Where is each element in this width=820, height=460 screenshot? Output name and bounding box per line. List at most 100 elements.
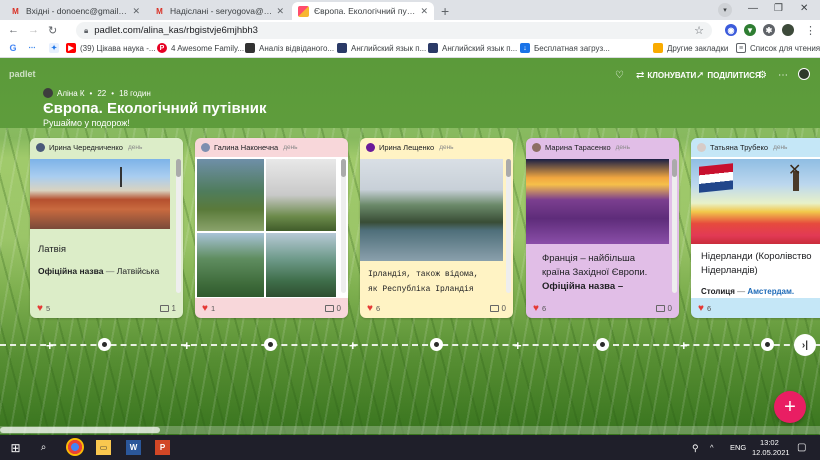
post-time: день [615,144,631,151]
forward-icon[interactable]: → [28,24,39,36]
avatar[interactable] [798,68,810,80]
post-card-ireland[interactable]: Ирина Лещенко день Ірландія, також відом… [360,138,513,318]
address-bar[interactable]: 🔒︎ padlet.com/alina_kas/rbgistvje6mjhbh3… [76,22,712,39]
add-post-icon[interactable]: + [680,338,688,353]
extension-icon[interactable]: ◉ [725,24,737,36]
add-post-icon[interactable]: + [514,338,522,353]
word-icon[interactable]: W [126,440,141,455]
add-post-button[interactable]: + [774,391,806,423]
add-post-icon[interactable]: + [349,338,357,353]
tab-sent[interactable]: M Надіслані - seryogova@gmail.cc ✕ [148,2,290,20]
tab-title: Європа. Екологічний путівник [314,6,416,16]
heart-icon[interactable]: ♡ [615,70,627,81]
post-scrollbar[interactable] [506,159,511,293]
post-footer: ♥ 6 0 [526,298,679,318]
reload-icon[interactable]: ↻ [48,24,57,37]
back-icon[interactable]: ← [8,24,19,36]
heart-icon[interactable]: ♥ [367,303,373,314]
chrome-icon[interactable] [66,438,84,456]
tray-chevron-icon[interactable]: ^ [710,443,714,452]
bookmark-item[interactable]: Аналіз відвіданого... [245,43,334,53]
like-count: 1 [210,303,216,313]
tab-inbox[interactable]: M Вхідні - donoenc@gmail.com - G ✕ [4,2,146,20]
close-tab-icon[interactable]: ✕ [276,6,284,17]
language-indicator[interactable]: ENG [730,443,746,452]
notification-icon[interactable]: ▢ [797,442,806,453]
close-tab-icon[interactable]: ✕ [420,6,428,17]
more-icon[interactable]: ⋯ [778,70,791,81]
gear-icon[interactable]: ⚙ [758,70,770,81]
like-count: 6 [375,303,381,313]
post-card-gallery[interactable]: Галина Наконечна день ♥ 1 0 [195,138,348,318]
tab-padlet[interactable]: Європа. Екологічний путівник ✕ [292,2,434,20]
heart-icon[interactable]: ♥ [698,303,704,314]
shield-icon[interactable]: ▼ [744,24,756,36]
comment-button[interactable]: 0 [489,304,506,313]
post-card-latvia[interactable]: Ирина Чередниченко день Латвія Офіційна … [30,138,183,318]
add-post-icon[interactable]: + [46,338,54,353]
file-explorer-icon[interactable]: ▭ [96,440,111,455]
restore-button[interactable]: ❐ [774,3,783,14]
bookmark-item[interactable]: ✦ [49,43,63,53]
bookmark-item[interactable]: P4 Awesome Family... [157,43,244,53]
add-post-icon[interactable]: + [183,338,191,353]
comment-button[interactable]: 1 [159,304,176,313]
post-body: Латвія Офіційна назва — Латвійська [30,157,183,298]
page-title: Європа. Екологічний путівник [43,100,267,117]
close-window-button[interactable]: ✕ [800,3,808,14]
google-icon[interactable]: G [8,43,22,53]
timeline-node[interactable] [98,338,111,351]
bookmark-item[interactable]: ↓ Бесплатная загруз... [520,43,610,53]
share-button[interactable]: ➚ ПОДІЛИТИСЯ [696,70,761,81]
post-scrollbar[interactable] [672,159,677,293]
timeline-node[interactable] [264,338,277,351]
new-tab-button[interactable]: + [441,3,449,19]
bookmark-item[interactable]: ▶ (39) Цікава наука -... [66,43,156,53]
padlet-logo[interactable]: padlet [9,69,36,79]
doc-icon [337,43,347,53]
scroll-next-button[interactable]: ›| [794,334,816,356]
heart-icon[interactable]: ♥ [202,303,208,314]
horizontal-scrollbar[interactable] [0,426,820,434]
apps-icon[interactable]: ⋯ [27,43,41,53]
timeline-node[interactable] [761,338,774,351]
minimize-button[interactable]: — [748,3,758,14]
clone-button[interactable]: ⇄ КЛОНУВАТИ [636,70,696,81]
puzzle-icon[interactable]: ✱ [763,24,775,36]
timeline-node[interactable] [596,338,609,351]
reading-list[interactable]: ≡ Список для чтения [736,43,820,53]
post-scrollbar[interactable] [341,159,346,293]
bookmark-item[interactable]: Английский язык п... [428,43,517,53]
comment-icon [324,304,334,312]
bookmark-item[interactable]: Английский язык п... [337,43,426,53]
powerpoint-icon[interactable]: P [155,440,170,455]
navigation-bar: ← → ↻ 🔒︎ padlet.com/alina_kas/rbgistvje6… [0,20,820,41]
close-tab-icon[interactable]: ✕ [132,6,140,17]
post-text: Нідерланди (Королівство Нідерландів) [701,251,812,276]
chrome-menu-icon[interactable]: ⋮ [805,24,816,37]
other-bookmarks[interactable]: Другие закладки [653,43,728,53]
comment-button[interactable]: 0 [655,304,672,313]
clock-date[interactable]: 12.05.2021 [752,448,790,457]
post-scrollbar[interactable] [176,159,181,293]
lock-icon: 🔒︎ [84,25,89,35]
share-icon: ➚ [696,70,705,81]
heart-icon[interactable]: ♥ [37,303,43,314]
windows-start-icon[interactable]: ⊞ [8,440,23,455]
tab-search-icon[interactable]: ▾ [718,3,732,17]
post-card-netherlands[interactable]: Татьяна Трубеко день Нідерланди (Королів… [691,138,820,318]
download-icon: ↓ [520,43,530,53]
post-card-france[interactable]: Марина Тарасенко день Франція – найбільш… [526,138,679,318]
search-icon[interactable]: ⌕ [36,440,51,455]
post-body: Франція – найбільша країна Західної Євро… [526,157,679,298]
people-icon[interactable]: ⚲ [692,443,699,454]
comment-button[interactable]: 0 [324,304,341,313]
timeline-node[interactable] [430,338,443,351]
tab-title: Надіслані - seryogova@gmail.cc [170,6,272,16]
heart-icon[interactable]: ♥ [533,303,539,314]
post-time: день [127,144,143,151]
bookmark-star-icon[interactable]: ☆ [694,24,704,37]
clock-time[interactable]: 13:02 [760,438,779,447]
post-footer: ♥ 6 0 [360,298,513,318]
profile-avatar[interactable] [782,24,794,36]
